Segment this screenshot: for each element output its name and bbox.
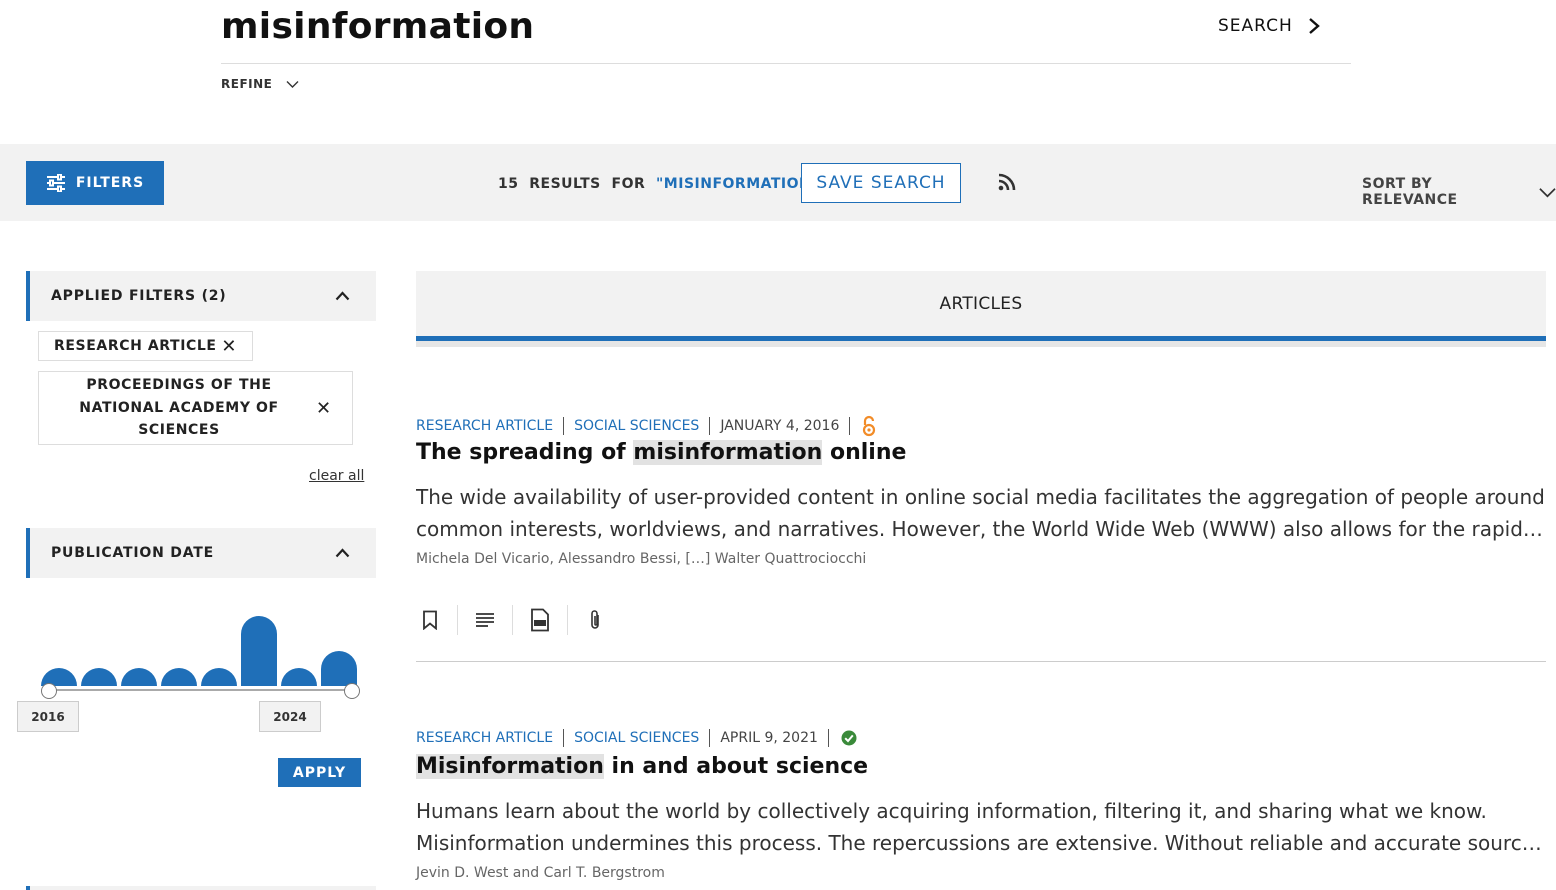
year-end-box[interactable]: 2024 <box>259 701 321 732</box>
chevron-up-icon <box>335 291 350 301</box>
article-title[interactable]: Misinformation in and about science <box>416 754 868 779</box>
article-title-text: online <box>822 440 907 465</box>
refine-label: REFINE <box>221 77 273 91</box>
meta-separator <box>709 729 711 747</box>
chevron-up-icon <box>335 548 350 558</box>
article-type-link[interactable]: RESEARCH ARTICLE <box>416 418 553 434</box>
chevron-down-icon <box>1539 187 1556 197</box>
meta-separator <box>563 729 565 747</box>
action-separator <box>512 605 513 635</box>
close-icon[interactable]: ✕ <box>316 398 332 419</box>
applied-filters-title: APPLIED FILTERS (2) <box>51 288 227 304</box>
tab-articles-label: ARTICLES <box>939 294 1023 314</box>
chevron-down-icon <box>286 80 299 88</box>
abstract-line: The wide availability of user-provided c… <box>416 485 1545 509</box>
filters-button[interactable]: FILTERS <box>26 161 164 205</box>
histogram-bar <box>321 651 357 686</box>
range-handle-end[interactable] <box>344 683 360 699</box>
results-term: "MISINFORMATION" <box>656 176 820 192</box>
meta-separator <box>709 417 711 435</box>
year-start-box[interactable]: 2016 <box>17 701 79 732</box>
article-title-text: The spreading of <box>416 440 634 465</box>
filter-chip-pnas: PROCEEDINGS OF THE NATIONAL ACADEMY OF S… <box>38 371 353 445</box>
search-divider <box>221 63 1351 64</box>
histogram-bar <box>81 668 117 686</box>
abstract-line: common interests, worldviews, and narrat… <box>416 517 1543 541</box>
histogram-bar <box>281 668 317 686</box>
results-word: RESULTS <box>529 176 601 192</box>
article-section-link[interactable]: SOCIAL SCIENCES <box>574 730 699 746</box>
date-range-track <box>49 689 352 691</box>
article-date: APRIL 9, 2021 <box>720 730 818 746</box>
filter-chip-label: RESEARCH ARTICLE <box>54 338 217 354</box>
article-title-highlight: Misinformation <box>416 754 604 779</box>
publication-date-header[interactable]: PUBLICATION DATE <box>26 528 376 578</box>
filter-chip-research-article: RESEARCH ARTICLE ✕ <box>38 331 253 361</box>
article-section-link[interactable]: SOCIAL SCIENCES <box>574 418 699 434</box>
article-actions <box>416 605 609 635</box>
abstract-lines-icon[interactable] <box>471 605 499 635</box>
article-title-highlight: misinformation <box>633 440 823 465</box>
histogram-bar <box>241 616 277 686</box>
article-type-link[interactable]: RESEARCH ARTICLE <box>416 730 553 746</box>
tab-articles[interactable]: ARTICLES <box>416 271 1546 337</box>
rss-icon[interactable] <box>997 172 1017 192</box>
article-abstract: The wide availability of user-provided c… <box>416 481 1546 545</box>
meta-separator <box>849 417 851 435</box>
meta-separator <box>827 729 829 747</box>
apply-button[interactable]: APPLY <box>278 758 361 787</box>
search-button[interactable]: SEARCH <box>1218 16 1321 36</box>
sort-dropdown[interactable]: SORT BY RELEVANCE <box>1362 176 1556 208</box>
tab-underline <box>416 341 1546 347</box>
paperclip-icon[interactable] <box>581 605 609 635</box>
refine-toggle[interactable]: REFINE <box>221 77 299 91</box>
histogram-bar <box>121 668 157 686</box>
abstract-line: Humans learn about the world by collecti… <box>416 799 1487 823</box>
article-date: JANUARY 4, 2016 <box>720 418 840 434</box>
for-word: FOR <box>611 176 646 192</box>
article-abstract: Humans learn about the world by collecti… <box>416 795 1546 859</box>
results-summary: 15 RESULTS FOR "MISINFORMATION" <box>498 176 819 192</box>
clear-all-link[interactable]: clear all <box>309 468 364 484</box>
sort-label: SORT BY RELEVANCE <box>1362 176 1458 208</box>
next-panel-header <box>26 886 376 890</box>
article-meta: RESEARCH ARTICLE SOCIAL SCIENCES APRIL 9… <box>416 729 857 747</box>
publication-date-title: PUBLICATION DATE <box>51 545 214 561</box>
sliders-icon <box>46 174 65 192</box>
save-search-button[interactable]: SAVE SEARCH <box>801 163 961 203</box>
abstract-line: Misinformation undermines this process. … <box>416 831 1546 855</box>
chevron-right-icon <box>1308 18 1320 34</box>
range-handle-start[interactable] <box>41 683 57 699</box>
article-authors: Michela Del Vicario, Alessandro Bessi, [… <box>416 551 867 567</box>
action-separator <box>457 605 458 635</box>
bookmark-icon[interactable] <box>416 605 444 635</box>
article-title-text: in and about science <box>603 754 869 779</box>
histogram-bar <box>201 668 237 686</box>
applied-filters-header[interactable]: APPLIED FILTERS (2) <box>26 271 376 321</box>
search-query[interactable]: misinformation <box>221 6 534 47</box>
article-divider <box>416 661 1546 662</box>
results-count: 15 <box>498 176 519 192</box>
article-authors: Jevin D. West and Carl T. Bergstrom <box>416 865 665 881</box>
search-label: SEARCH <box>1218 16 1293 36</box>
article-meta: RESEARCH ARTICLE SOCIAL SCIENCES JANUARY… <box>416 415 876 437</box>
article-title[interactable]: The spreading of misinformation online <box>416 440 906 465</box>
check-circle-icon <box>841 730 857 746</box>
close-icon[interactable]: ✕ <box>221 336 237 357</box>
filters-label: FILTERS <box>75 175 145 191</box>
open-access-icon <box>863 415 876 437</box>
action-separator <box>567 605 568 635</box>
filter-chip-label: PROCEEDINGS OF THE NATIONAL ACADEMY OF S… <box>79 377 279 439</box>
pdf-icon[interactable] <box>526 605 554 635</box>
histogram-bar <box>161 668 197 686</box>
meta-separator <box>563 417 565 435</box>
